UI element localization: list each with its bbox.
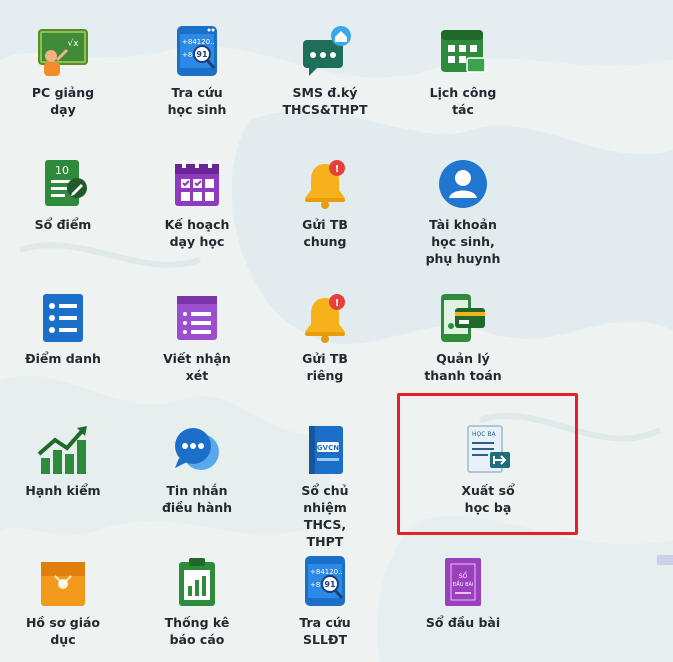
tile-label: Tra cứu học sinh [167, 85, 227, 117]
tile-viet-nhan-xet[interactable]: Viết nhận xét [138, 292, 256, 384]
app-grid: √x PC giảng dạy +84120.. +84 91 Tra cứu … [0, 0, 673, 662]
calendar-icon [437, 26, 489, 78]
tile-label: Thống kê báo cáo [164, 615, 230, 647]
tile-label: Sổ chủ nhiệm THCS, THPT [301, 483, 349, 549]
class-log-book-icon: SỔ ĐẦU BÀI [437, 556, 489, 608]
planner-icon [171, 158, 223, 210]
tile-hanh-kiem[interactable]: Hạnh kiểm [4, 424, 122, 499]
bell-notification-icon: ! [299, 292, 351, 344]
tile-tai-khoan[interactable]: Tài khoản học sinh, phụ huynh [404, 158, 522, 267]
tile-label: Sổ đầu bài [425, 615, 501, 630]
folder-icon [37, 556, 89, 608]
tile-xuat-so-hoc-ba[interactable]: HỌC BẠ Xuất sổ học bạ [429, 424, 547, 516]
tile-label: Gửi TB riêng [302, 351, 348, 383]
tile-label: Hạnh kiểm [25, 483, 101, 498]
sms-home-icon [299, 26, 351, 78]
tile-gui-tb-chung[interactable]: ! Gửi TB chung [266, 158, 384, 250]
tile-label: Quản lý thanh toán [424, 351, 502, 383]
tile-pc-giang-day[interactable]: √x PC giảng dạy [4, 26, 122, 118]
svg-text:SỔ: SỔ [459, 572, 468, 580]
trend-chart-icon [37, 424, 89, 476]
svg-text:+84120..: +84120.. [182, 38, 215, 46]
tile-diem-danh[interactable]: Điểm danh [4, 292, 122, 367]
tile-so-chu-nhiem[interactable]: GVCN Sổ chủ nhiệm THCS, THPT [266, 424, 384, 550]
homeroom-badge-text: GVCN [317, 444, 339, 452]
tile-label: SMS đ.ký THCS&THPT [282, 85, 368, 117]
tile-ho-so-giao-duc[interactable]: Hồ sơ giáo dục [4, 556, 122, 648]
tile-thong-ke-bao-cao[interactable]: Thống kê báo cáo [138, 556, 256, 648]
tile-label: Điểm danh [25, 351, 101, 366]
svg-text:!: ! [335, 298, 340, 309]
tile-label: Hồ sơ giáo dục [25, 615, 101, 647]
tile-label: Viết nhận xét [163, 351, 231, 383]
clipboard-chart-icon [171, 556, 223, 608]
tile-label: Gửi TB chung [302, 217, 348, 249]
svg-text:ĐẦU BÀI: ĐẦU BÀI [453, 580, 474, 588]
tile-so-diem[interactable]: 10 Sổ điểm [4, 158, 122, 233]
board-formula: √x [67, 38, 79, 49]
chat-bubbles-icon [171, 424, 223, 476]
tile-tin-nhan-dieu-hanh[interactable]: Tin nhắn điều hành [138, 424, 256, 516]
teacher-board-icon: √x [37, 26, 89, 78]
homeroom-book-icon: GVCN [299, 424, 351, 476]
gradebook-icon: 10 [37, 158, 89, 210]
tile-label: Kế hoạch dạy học [164, 217, 230, 249]
tile-ke-hoach-day-hoc[interactable]: Kế hoạch dạy học [138, 158, 256, 250]
tile-label: PC giảng dạy [31, 85, 95, 117]
tile-tra-cuu-hoc-sinh[interactable]: +84120.. +84 91 Tra cứu học sinh [138, 26, 256, 118]
tile-lich-cong-tac[interactable]: Lịch công tác [404, 26, 522, 118]
tile-label: Tin nhắn điều hành [161, 483, 233, 515]
svg-text:91: 91 [196, 50, 208, 59]
svg-text:!: ! [335, 164, 340, 175]
tile-label: Sổ điểm [34, 217, 92, 232]
phone-search-icon: +84120.. +84 91 [171, 26, 223, 78]
gradebook-number: 10 [55, 164, 69, 177]
phone-search-icon: +84120.. +84 91 [299, 556, 351, 608]
tile-gui-tb-rieng[interactable]: ! Gửi TB riêng [266, 292, 384, 384]
report-export-icon: HỌC BẠ [462, 424, 514, 476]
svg-text:91: 91 [324, 580, 336, 589]
bell-notification-icon: ! [299, 158, 351, 210]
tile-label: Lịch công tác [429, 85, 497, 117]
tile-label: Xuất sổ học bạ [461, 483, 515, 515]
tile-so-dau-bai[interactable]: SỔ ĐẦU BÀI Sổ đầu bài [404, 556, 522, 631]
tile-quan-ly-thanh-toan[interactable]: Quản lý thanh toán [404, 292, 522, 384]
tile-label: Tra cứu SLLĐT [299, 615, 351, 647]
tile-label: Tài khoản học sinh, phụ huynh [425, 217, 501, 266]
comment-note-icon [171, 292, 223, 344]
user-account-icon [437, 158, 489, 210]
tile-sms-dang-ky[interactable]: SMS đ.ký THCS&THPT [266, 26, 384, 118]
report-tag-text: HỌC BẠ [472, 431, 496, 438]
tile-tra-cuu-sllđt[interactable]: +84120.. +84 91 Tra cứu SLLĐT [266, 556, 384, 648]
svg-text:+84120..: +84120.. [310, 568, 343, 576]
attendance-list-icon [37, 292, 89, 344]
payment-phone-icon [437, 292, 489, 344]
